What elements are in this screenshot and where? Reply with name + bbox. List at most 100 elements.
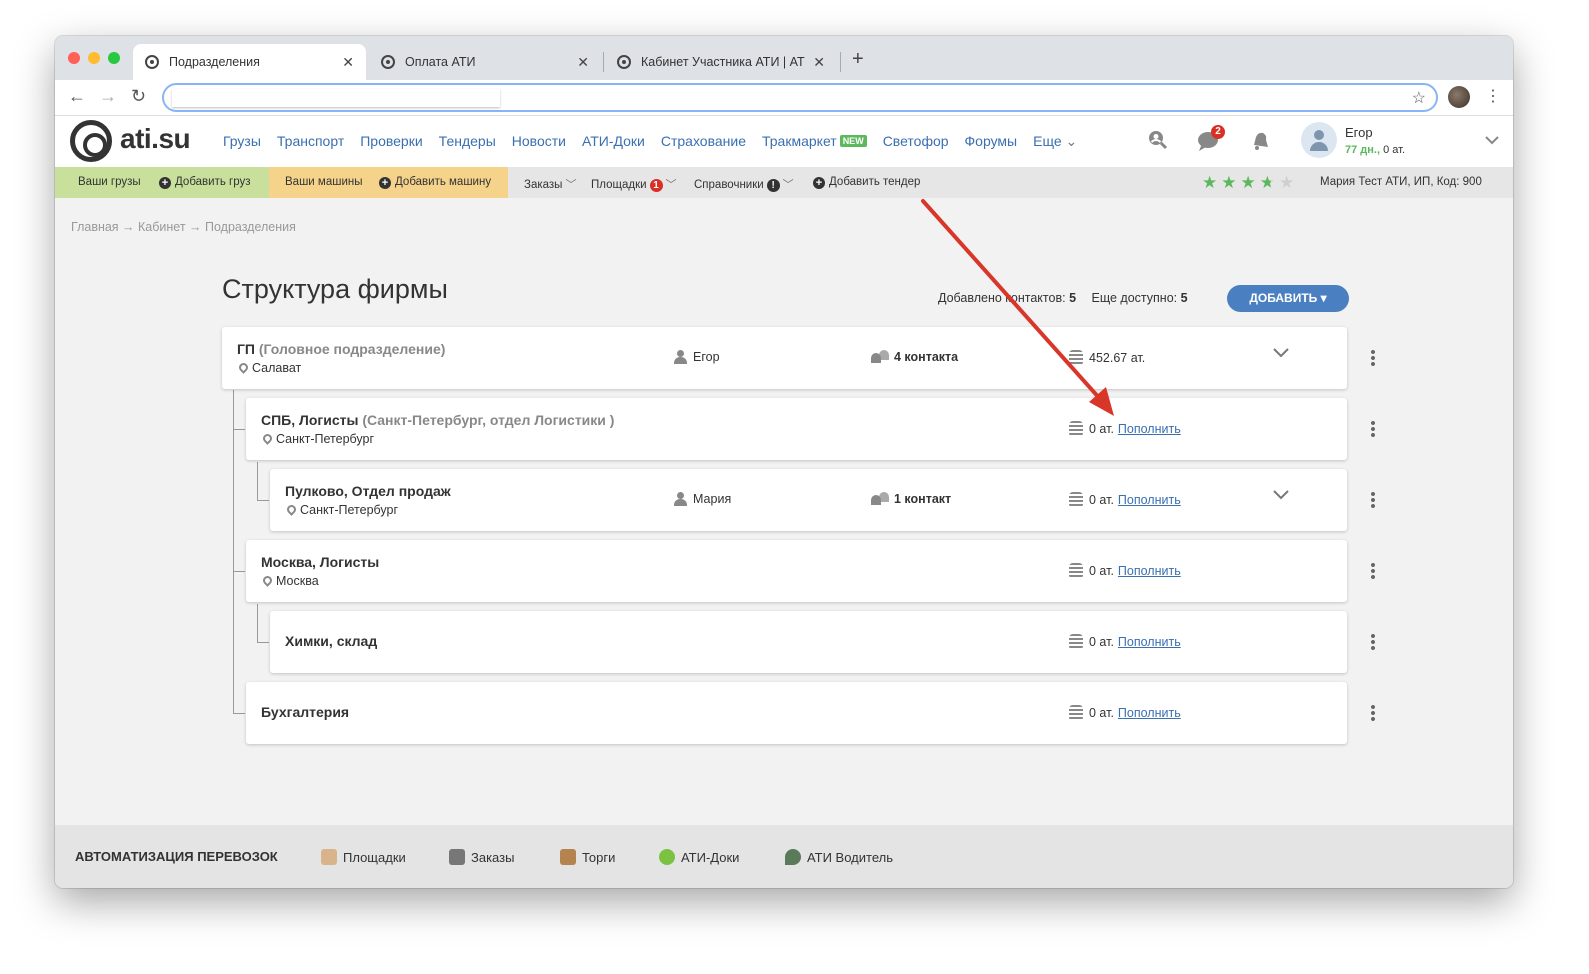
close-icon[interactable]: ✕ xyxy=(813,54,825,71)
tab-cabinet[interactable]: Кабинет Участника АТИ | АТИ ✕ xyxy=(605,44,837,80)
unit-person[interactable]: Егор xyxy=(673,350,720,364)
orders-menu[interactable]: Заказы ﹀ xyxy=(524,176,576,192)
unit-card-pulkovo[interactable]: Пулково, Отдел продаж Санкт-Петербург Ма… xyxy=(270,469,1375,531)
my-cargo-link[interactable]: Ваши грузы xyxy=(78,176,141,188)
expand-chevron-icon[interactable] xyxy=(1272,346,1290,364)
add-truck-link[interactable]: + Добавить машину xyxy=(379,176,491,189)
chevron-down-icon: ﹀ xyxy=(665,179,677,191)
tab-title: Подразделения xyxy=(169,55,260,69)
nav-cargo[interactable]: Грузы xyxy=(223,133,261,150)
footer-orders[interactable]: Заказы xyxy=(449,849,514,865)
platforms-label: Площадки xyxy=(591,179,647,191)
footer-auctions-label: Торги xyxy=(582,850,616,865)
ati-favicon-icon xyxy=(617,55,631,69)
unit-card-spb[interactable]: СПБ, Логисты (Санкт-Петербург, отдел Лог… xyxy=(246,398,1375,460)
ati-logo-icon[interactable] xyxy=(70,120,112,162)
unit-contacts[interactable]: 4 контакта xyxy=(871,350,958,364)
tree-connector xyxy=(233,571,245,572)
nav-transport[interactable]: Транспорт xyxy=(277,133,344,150)
tab-subdivisions[interactable]: Подразделения ✕ xyxy=(133,44,366,80)
logo-text[interactable]: ati.su xyxy=(120,123,191,155)
topup-link[interactable]: Пополнить xyxy=(1118,706,1181,720)
topup-link[interactable]: Пополнить xyxy=(1118,493,1181,507)
my-trucks-link[interactable]: Ваши машины xyxy=(285,176,362,188)
topup-link[interactable]: Пополнить xyxy=(1118,564,1181,578)
user-menu-chevron-icon[interactable] xyxy=(1485,132,1499,148)
nav-trackmarket[interactable]: Тракмаркет NEW xyxy=(762,133,867,150)
footer-ati-docs[interactable]: АТИ-Доки xyxy=(659,849,739,865)
add-cargo-link[interactable]: + Добавить груз xyxy=(159,176,251,189)
add-tender-link[interactable]: + Добавить тендер xyxy=(813,176,920,189)
minimize-window-button[interactable] xyxy=(88,52,100,64)
unit-card-head[interactable]: ГП (Головное подразделение) Салават Егор… xyxy=(222,327,1375,389)
unit-name-text: ГП xyxy=(237,341,255,357)
more-vertical-icon[interactable] xyxy=(1371,491,1375,509)
footer-ati-driver[interactable]: АТИ Водитель xyxy=(785,849,893,865)
unit-balance: 0 ат. Пополнить xyxy=(1069,705,1181,721)
bookmark-star-icon[interactable]: ☆ xyxy=(1412,88,1426,108)
site-header: ati.su Грузы Транспорт Проверки Тендеры … xyxy=(55,116,1513,167)
rating-stars[interactable]: ★★★★★ xyxy=(1202,173,1298,193)
available-label: Еще доступно: xyxy=(1091,291,1178,305)
address-autocomplete xyxy=(172,89,500,107)
messages-badge: 2 xyxy=(1211,125,1225,139)
unit-city-text: Москва xyxy=(276,574,319,588)
nav-more[interactable]: Еще ⌄ xyxy=(1033,133,1077,150)
new-tab-button[interactable]: + xyxy=(852,48,864,71)
tab-payment[interactable]: Оплата АТИ ✕ xyxy=(369,44,601,80)
browser-menu-icon[interactable]: ⋮ xyxy=(1485,86,1501,106)
platforms-menu[interactable]: Площадки 1 ﹀ xyxy=(591,176,677,192)
coins-icon xyxy=(1069,492,1083,508)
footer-platforms[interactable]: Площадки xyxy=(321,849,406,865)
nav-checks[interactable]: Проверки xyxy=(360,133,422,150)
more-vertical-icon[interactable] xyxy=(1371,562,1375,580)
unit-subtitle: (Головное подразделение) xyxy=(258,341,446,357)
nav-insurance[interactable]: Страхование xyxy=(661,133,746,150)
more-vertical-icon[interactable] xyxy=(1371,704,1375,722)
more-vertical-icon[interactable] xyxy=(1371,420,1375,438)
page-title: Структура фирмы xyxy=(222,274,448,304)
forward-arrow-icon[interactable]: → xyxy=(99,86,117,107)
unit-person[interactable]: Мария xyxy=(673,492,731,506)
search-firm-icon[interactable] xyxy=(1145,128,1169,152)
add-button[interactable]: ДОБАВИТЬ ▾ xyxy=(1227,285,1349,312)
unit-contacts[interactable]: 1 контакт xyxy=(871,492,951,506)
tab-title: Кабинет Участника АТИ | АТИ xyxy=(641,55,806,69)
star-icon: ★ xyxy=(1202,173,1222,192)
user-avatar[interactable] xyxy=(1301,122,1337,158)
back-arrow-icon[interactable]: ← xyxy=(68,86,86,107)
user-name[interactable]: Егор xyxy=(1345,125,1373,140)
coins-icon xyxy=(1069,634,1083,650)
more-vertical-icon[interactable] xyxy=(1371,349,1375,367)
browser-profile-avatar[interactable] xyxy=(1448,86,1470,108)
nav-tenders[interactable]: Тендеры xyxy=(439,133,496,150)
person-icon xyxy=(673,350,687,364)
company-info[interactable]: Мария Тест АТИ, ИП, Код: 900 xyxy=(1320,176,1482,188)
more-vertical-icon[interactable] xyxy=(1371,633,1375,651)
nav-forums[interactable]: Форумы xyxy=(965,133,1018,150)
nav-svetofor[interactable]: Светофор xyxy=(883,133,949,150)
footer-auctions[interactable]: Торги xyxy=(560,849,615,865)
nav-trackmarket-label: Тракмаркет xyxy=(762,133,837,149)
zoom-window-button[interactable] xyxy=(108,52,120,64)
unit-card-moscow[interactable]: Москва, Логисты Москва 0 ат. Пополнить xyxy=(246,540,1375,602)
breadcrumb[interactable]: Главная → Кабинет → Подразделения xyxy=(71,220,296,234)
tab-separator xyxy=(603,52,604,72)
add-truck-label: Добавить машину xyxy=(395,176,492,188)
unit-card-khimki[interactable]: Химки, склад 0 ат. Пополнить xyxy=(270,611,1375,673)
nav-news[interactable]: Новости xyxy=(512,133,566,150)
topup-link[interactable]: Пополнить xyxy=(1118,422,1181,436)
reload-icon[interactable]: ↻ xyxy=(131,86,146,107)
tab-strip: Подразделения ✕ Оплата АТИ ✕ Кабинет Уча… xyxy=(55,36,1513,80)
directories-menu[interactable]: Справочники! ﹀ xyxy=(694,176,794,192)
close-icon[interactable]: ✕ xyxy=(577,54,589,71)
expand-chevron-icon[interactable] xyxy=(1272,488,1290,506)
unit-card-accounting[interactable]: Бухгалтерия 0 ат. Пополнить xyxy=(246,682,1375,744)
people-icon xyxy=(871,492,889,505)
close-icon[interactable]: ✕ xyxy=(342,54,354,71)
nav-ati-docs[interactable]: АТИ-Доки xyxy=(582,133,645,150)
close-window-button[interactable] xyxy=(68,52,80,64)
address-bar[interactable]: ☆ xyxy=(162,83,1438,112)
notifications-bell-icon[interactable] xyxy=(1248,128,1272,152)
topup-link[interactable]: Пополнить xyxy=(1118,635,1181,649)
